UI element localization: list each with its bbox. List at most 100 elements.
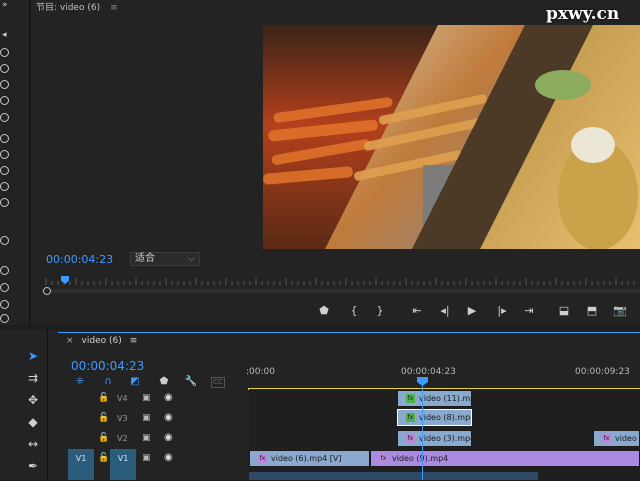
lock-icon[interactable]: 🔓 bbox=[98, 393, 109, 403]
keyframe-toggle-icon[interactable] bbox=[0, 150, 9, 159]
fx-badge-icon: fx bbox=[406, 413, 415, 422]
keyframe-toggle-icon[interactable] bbox=[0, 48, 9, 57]
keyframe-toggle-icon[interactable] bbox=[0, 314, 9, 323]
track-target-a1[interactable] bbox=[110, 469, 136, 480]
timeline-settings-icon[interactable]: 🔧 bbox=[184, 376, 198, 388]
go-to-in-button[interactable]: ⇤ bbox=[409, 304, 425, 318]
keyframe-toggle-icon[interactable] bbox=[0, 64, 9, 73]
track-name: V2 bbox=[117, 434, 128, 443]
eye-icon[interactable]: ◉ bbox=[164, 412, 173, 423]
clip-label: video (6).mp4 [V] bbox=[271, 454, 342, 463]
clip-label: video (11).mp4 [ bbox=[419, 394, 471, 403]
video-preview bbox=[263, 25, 640, 249]
play-button[interactable]: ▶ bbox=[464, 304, 480, 318]
fx-badge-icon: fx bbox=[379, 454, 388, 463]
sequence-tab-bar bbox=[58, 332, 640, 350]
nest-toggle-icon[interactable]: ⁜ bbox=[73, 376, 87, 388]
track-name: V3 bbox=[117, 414, 128, 423]
clip-label: video (8).mp4 bbox=[419, 413, 472, 422]
audio-clip[interactable] bbox=[249, 472, 538, 480]
ruler-label: :00:00 bbox=[246, 367, 275, 377]
tools-panel: ➤ ⇉ ✥ ◆ ↔ ✒ bbox=[0, 330, 48, 480]
keyframe-toggle-icon[interactable] bbox=[0, 300, 9, 309]
track-target-v1[interactable]: V1 bbox=[110, 449, 136, 469]
close-icon[interactable]: × bbox=[66, 336, 74, 346]
eye-icon[interactable]: ◉ bbox=[164, 452, 173, 463]
eye-icon[interactable]: ◉ bbox=[164, 432, 173, 443]
export-frame-button[interactable]: 📷 bbox=[612, 304, 628, 318]
expand-panel-icon[interactable]: » bbox=[2, 0, 8, 10]
program-monitor-tab[interactable]: 节目: video (6) ≡ bbox=[36, 0, 118, 13]
go-to-out-button[interactable]: ⇥ bbox=[521, 304, 537, 318]
keyframe-toggle-icon[interactable] bbox=[0, 113, 9, 122]
timeline-timecode[interactable]: 00:00:04:23 bbox=[71, 359, 144, 373]
track-header-v4: 🔓 V4 ▣ ◉ bbox=[58, 389, 248, 410]
sync-lock-icon[interactable]: ▣ bbox=[142, 433, 151, 443]
track-select-tool-icon[interactable]: ⇉ bbox=[24, 370, 42, 386]
keyframe-toggle-icon[interactable] bbox=[0, 283, 9, 292]
mark-out-button[interactable]: } bbox=[372, 304, 388, 318]
program-timecode[interactable]: 00:00:04:23 bbox=[46, 253, 113, 266]
sync-lock-icon[interactable]: ▣ bbox=[142, 453, 151, 463]
captions-icon[interactable]: CC bbox=[211, 377, 225, 388]
eye-icon[interactable]: ◉ bbox=[164, 392, 173, 403]
program-monitor-title: 节目: video (6) bbox=[36, 3, 101, 13]
razor-tool-icon[interactable]: ◆ bbox=[24, 414, 42, 430]
scroll-handle[interactable] bbox=[43, 287, 51, 295]
fx-badge-icon: fx bbox=[258, 454, 267, 463]
clip-v1-b[interactable]: fx video (9).mp4 bbox=[370, 450, 640, 467]
keyframe-toggle-icon[interactable] bbox=[0, 236, 9, 245]
keyframe-toggle-icon[interactable] bbox=[0, 96, 9, 105]
track-header-v2: 🔓 V2 ▣ ◉ bbox=[58, 429, 248, 450]
clip-v4[interactable]: fx video (11).mp4 [ bbox=[397, 390, 472, 407]
chevron-down-icon: ⌵ bbox=[188, 254, 195, 264]
add-marker-icon[interactable]: ⬟ bbox=[157, 376, 171, 388]
playhead-line bbox=[422, 378, 423, 480]
step-back-button[interactable]: ◂| bbox=[437, 304, 453, 318]
keyframe-toggle-icon[interactable] bbox=[0, 166, 9, 175]
keyframe-toggle-icon[interactable] bbox=[0, 80, 9, 89]
pen-tool-icon[interactable]: ✒ bbox=[24, 458, 42, 474]
clip-label: video bbox=[615, 434, 637, 443]
lift-button[interactable]: ⬓ bbox=[556, 304, 572, 318]
keyframe-toggle-icon[interactable] bbox=[0, 198, 9, 207]
linked-selection-icon[interactable]: ◩ bbox=[128, 376, 142, 388]
lock-icon[interactable]: 🔓 bbox=[98, 433, 109, 443]
monitor-time-ruler[interactable] bbox=[42, 276, 640, 286]
clip-v2-b[interactable]: fx video bbox=[593, 430, 640, 447]
zoom-fit-dropdown[interactable]: 适合 ⌵ bbox=[130, 252, 200, 266]
ruler-label: 00:00:04:23 bbox=[401, 367, 456, 377]
source-patch-v1[interactable]: V1 bbox=[68, 449, 94, 469]
add-marker-button[interactable]: ⬟ bbox=[316, 304, 332, 318]
keyframe-nav-icon[interactable]: ◂ bbox=[2, 30, 7, 40]
clip-label: video (9).mp4 bbox=[392, 454, 449, 463]
source-patch-a1[interactable] bbox=[68, 469, 94, 480]
lock-icon[interactable]: 🔓 bbox=[98, 413, 109, 423]
sequence-tab[interactable]: × video (6) ≡ bbox=[66, 336, 137, 346]
track-name: V4 bbox=[117, 394, 128, 403]
keyframe-toggle-icon[interactable] bbox=[0, 134, 9, 143]
mark-in-button[interactable]: { bbox=[346, 304, 362, 318]
snap-icon[interactable]: ∩ bbox=[101, 376, 115, 388]
watermark: pxwy.cn bbox=[546, 4, 620, 24]
track-header-v1: V1 🔓 V1 ▣ ◉ bbox=[58, 449, 248, 470]
sequence-title: video (6) bbox=[81, 336, 122, 346]
sync-lock-icon[interactable]: ▣ bbox=[142, 413, 151, 423]
video-frame-image bbox=[263, 25, 640, 249]
clip-v3[interactable]: fx video (8).mp4 bbox=[397, 409, 472, 426]
clip-v1-a[interactable]: fx video (6).mp4 [V] bbox=[249, 450, 370, 467]
step-forward-button[interactable]: |▸ bbox=[494, 304, 510, 318]
panel-menu-icon[interactable]: ≡ bbox=[110, 3, 118, 13]
monitor-zoom-scrollbar[interactable] bbox=[42, 289, 640, 293]
ripple-edit-tool-icon[interactable]: ✥ bbox=[24, 392, 42, 408]
clip-v2[interactable]: fx video (3).mp4 [ bbox=[397, 430, 472, 447]
keyframe-toggle-icon[interactable] bbox=[0, 182, 9, 191]
keyframe-toggle-icon[interactable] bbox=[0, 266, 9, 275]
zoom-fit-value: 适合 bbox=[135, 253, 155, 264]
slip-tool-icon[interactable]: ↔ bbox=[24, 436, 42, 452]
panel-menu-icon[interactable]: ≡ bbox=[130, 336, 138, 346]
selection-tool-icon[interactable]: ➤ bbox=[24, 348, 42, 364]
lock-icon[interactable]: 🔓 bbox=[98, 453, 109, 463]
sync-lock-icon[interactable]: ▣ bbox=[142, 393, 151, 403]
extract-button[interactable]: ⬒ bbox=[584, 304, 600, 318]
